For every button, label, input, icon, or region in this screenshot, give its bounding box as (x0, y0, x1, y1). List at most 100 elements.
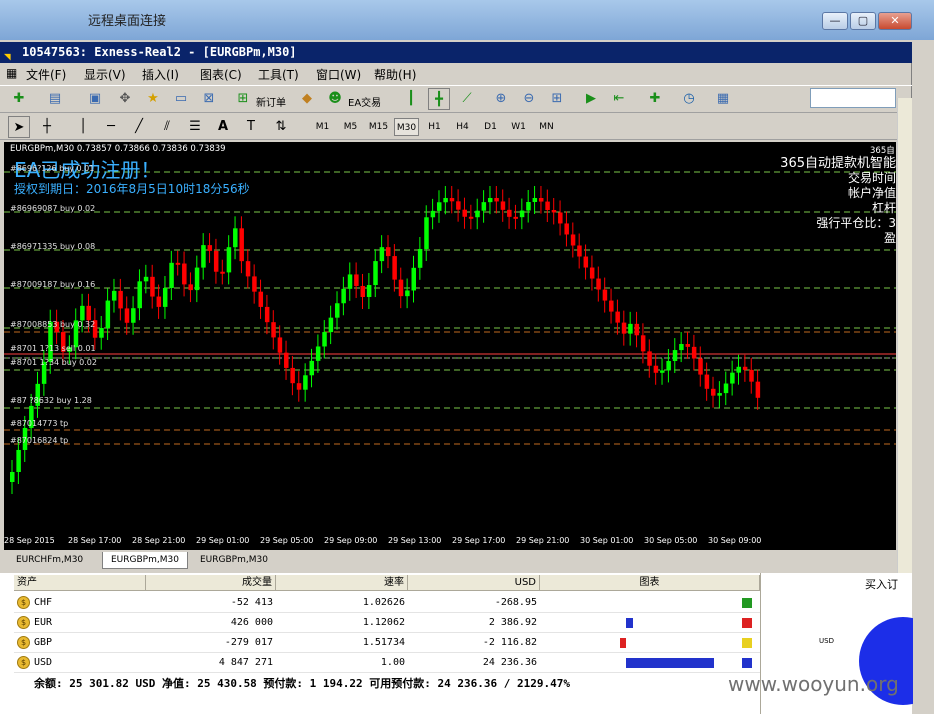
menu-charts[interactable]: 图表(C) (200, 66, 242, 83)
candle (386, 247, 391, 257)
timeframe-m1[interactable]: M1 (310, 118, 335, 136)
zoom-out-icon[interactable]: ⊖ (518, 88, 540, 110)
exposure-row[interactable]: $ USD 4 847 271 1.00 24 236.36 (14, 653, 760, 673)
search-input[interactable] (810, 88, 896, 108)
exposure-row[interactable]: $ EUR 426 000 1.12062 2 386.92 (14, 613, 760, 633)
maximize-button[interactable]: ▢ (850, 12, 876, 30)
x-tick-label: 30 Sep 01:00 (580, 536, 634, 545)
chart-shift-icon[interactable]: ⇤ (608, 88, 630, 110)
ea-trading-button[interactable]: EA交易 (348, 94, 381, 109)
candle (430, 210, 436, 218)
menu-insert[interactable]: 插入(I) (142, 66, 179, 83)
market-watch-icon[interactable]: ▣ (84, 88, 106, 110)
menu-view[interactable]: 显示(V) (84, 66, 126, 83)
profiles-icon[interactable]: ▤ (44, 88, 66, 110)
horizontal-line-icon[interactable]: ─ (100, 116, 122, 138)
cell-volume: -279 017 (224, 637, 273, 648)
candle (583, 256, 589, 268)
x-tick-label: 30 Sep 05:00 (644, 536, 698, 545)
col-rate[interactable]: 速率 (276, 575, 408, 591)
new-order-button[interactable]: 新订单 (256, 94, 286, 109)
arrows-icon[interactable]: ⇅ (270, 116, 292, 138)
price-chart[interactable]: EURGBPm,M30 0.73857 0.73866 0.73836 0.73… (4, 142, 896, 534)
fibonacci-icon[interactable]: ☰ (184, 116, 206, 138)
candle (105, 300, 111, 329)
timeframe-h1[interactable]: H1 (422, 118, 447, 136)
templates-icon[interactable]: ▦ (712, 88, 734, 110)
auto-scroll-icon[interactable]: ▶ (580, 88, 602, 110)
col-asset[interactable]: 资产 (14, 575, 146, 591)
chart-tab[interactable]: EURGBPm,M30 (192, 552, 276, 569)
vertical-line-icon[interactable]: │ (72, 116, 94, 138)
col-graph[interactable]: 图表 (540, 575, 760, 591)
cell-asset: EUR (34, 617, 53, 628)
ea-info-panel: 365自动提款机智能 交易时间 帐户净值 杠杆 强行平仓比：3 盈 (780, 156, 896, 246)
chart-tab[interactable]: EURCHFm,M30 (8, 552, 91, 569)
new-chart-icon[interactable]: ✚ (8, 88, 30, 110)
periods-icon[interactable]: ◷ (678, 88, 700, 110)
menu-help[interactable]: 帮助(H) (374, 66, 416, 83)
col-usd[interactable]: USD (408, 575, 540, 591)
timeframe-h4[interactable]: H4 (450, 118, 475, 136)
timeframe-d1[interactable]: D1 (478, 118, 503, 136)
candle (213, 250, 219, 272)
equidistant-channel-icon[interactable]: ⫽ (156, 116, 178, 138)
zoom-in-icon[interactable]: ⊕ (490, 88, 512, 110)
standard-toolbar: ✚ ▤ ▣ ✥ ★ ▭ ⊠ ⊞ 新订单 ◆ ☻ EA交易 ┃ ╋ ⟋ ⊕ ⊖ ⊞… (0, 85, 912, 113)
menu-tools[interactable]: 工具(T) (258, 66, 299, 83)
data-window-icon[interactable]: ✥ (114, 88, 136, 110)
new-order-icon[interactable]: ⊞ (232, 88, 254, 110)
menu-file[interactable]: 文件(F) (26, 66, 66, 83)
timeframe-w1[interactable]: W1 (506, 118, 531, 136)
candle (640, 335, 646, 352)
terminal-icon[interactable]: ▭ (170, 88, 192, 110)
timeframe-m30[interactable]: M30 (394, 118, 419, 136)
trendline-icon[interactable]: ╱ (128, 116, 150, 138)
exposure-row[interactable]: $ CHF -52 413 1.02626 -268.95 (14, 593, 760, 613)
tile-windows-icon[interactable]: ⊞ (546, 88, 568, 110)
minimize-button[interactable]: — (822, 12, 848, 30)
cell-volume: 426 000 (230, 617, 273, 628)
chart-tab-active[interactable]: EURGBPm,M30 (102, 552, 188, 569)
candle (162, 287, 168, 307)
exposure-row[interactable]: $ GBP -279 017 1.51734 -2 116.82 (14, 633, 760, 653)
candle (468, 216, 474, 219)
crosshair-icon[interactable]: ┼ (36, 116, 58, 138)
candle (417, 248, 423, 268)
candle (436, 202, 442, 211)
indicators-icon[interactable]: ✚ (644, 88, 666, 110)
vertical-scrollbar[interactable] (897, 98, 912, 573)
close-button[interactable]: ✕ (878, 12, 912, 30)
navigator-icon[interactable]: ★ (142, 88, 164, 110)
candle (80, 305, 85, 321)
cell-rate: 1.02626 (362, 597, 405, 608)
metaeditor-icon[interactable]: ◆ (296, 88, 318, 110)
candle (589, 267, 595, 279)
candle (392, 256, 397, 280)
candle (507, 209, 512, 217)
tester-icon[interactable]: ⊠ (198, 88, 220, 110)
text-icon[interactable]: A (212, 116, 234, 138)
order-label: #8701 1?34 buy 0.02 (10, 358, 97, 367)
timeframe-m5[interactable]: M5 (338, 118, 363, 136)
ea-trading-icon[interactable]: ☻ (324, 88, 346, 110)
candle (264, 306, 270, 323)
text-label-icon[interactable]: T (240, 116, 262, 138)
timeframe-mn[interactable]: MN (534, 118, 559, 136)
order-label: #87009187 buy 0.16 (10, 280, 96, 289)
candle (252, 276, 257, 292)
candle-chart-icon[interactable]: ╋ (428, 88, 450, 110)
order-label: #86971335 buy 0.08 (10, 242, 96, 251)
cell-volume: -52 413 (230, 597, 273, 608)
line-chart-icon[interactable]: ⟋ (456, 88, 478, 110)
col-volume[interactable]: 成交量 (146, 575, 276, 591)
candle (226, 247, 232, 273)
candle (570, 234, 576, 246)
menu-window[interactable]: 窗口(W) (316, 66, 361, 83)
timeframe-m15[interactable]: M15 (366, 118, 391, 136)
cursor-icon[interactable]: ➤ (8, 116, 30, 138)
bar-chart-icon[interactable]: ┃ (400, 88, 422, 110)
cell-usd: 2 386.92 (488, 617, 537, 628)
candle (475, 210, 480, 218)
color-swatch (742, 618, 752, 628)
